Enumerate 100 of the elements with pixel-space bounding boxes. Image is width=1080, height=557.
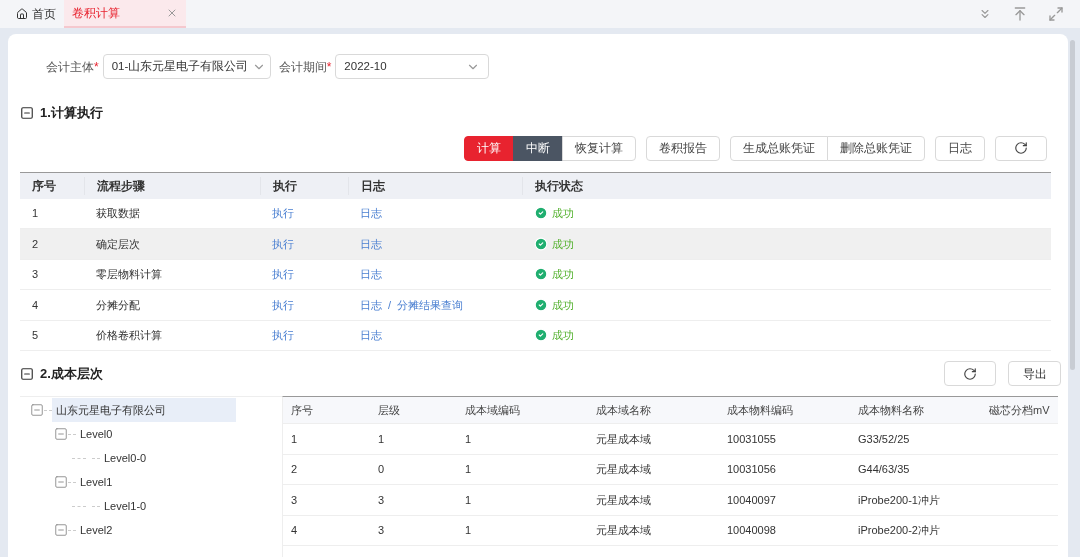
upload-icon[interactable] xyxy=(1012,6,1028,22)
toolbar-button[interactable]: 日志 xyxy=(935,135,985,161)
table-row[interactable]: 5 价格卷积计算 执行 日志 成功 xyxy=(20,320,1051,351)
fullscreen-icon[interactable] xyxy=(1048,6,1064,22)
table-cell-text: 10040098 xyxy=(726,523,777,538)
log-link[interactable]: 日志 xyxy=(360,296,382,313)
toolbar-button[interactable]: 生成总账凭证 xyxy=(730,135,828,161)
column-header: 层级 xyxy=(377,402,401,418)
table-cell-text: 10031056 xyxy=(726,462,777,477)
table-cell-text: 元星成本域 xyxy=(595,462,652,477)
scrollbar[interactable] xyxy=(1069,40,1075,370)
page-tab[interactable]: 首页 xyxy=(8,0,64,28)
close-icon[interactable] xyxy=(166,7,178,19)
run-link[interactable]: 执行 xyxy=(272,237,294,250)
log-link[interactable]: 日志 xyxy=(360,235,382,252)
column-header: 执行 xyxy=(260,176,348,195)
section-title: 1.计算执行 xyxy=(40,104,103,122)
column-header: 磁芯分档mV xyxy=(988,402,1051,418)
separator: / xyxy=(388,297,392,313)
log-link[interactable]: 分摊结果查询 xyxy=(397,296,464,313)
run-link[interactable]: 执行 xyxy=(272,268,294,280)
refresh-button[interactable] xyxy=(995,135,1047,161)
success-icon xyxy=(534,206,548,221)
table-cell-text: 零层物料计算 xyxy=(95,267,163,282)
tree-node[interactable]: Level1-0 xyxy=(100,494,151,518)
run-link[interactable]: 执行 xyxy=(272,329,294,341)
toolbar-button[interactable]: 中断 xyxy=(513,135,563,161)
table-cell-text: 1 xyxy=(464,431,473,447)
status-text: 成功 xyxy=(552,328,574,343)
success-icon xyxy=(534,328,548,343)
table-cell-text: 元星成本域 xyxy=(595,523,652,538)
table-cell-text: G33/52/25 xyxy=(857,431,911,447)
table-row[interactable]: 3 零层物料计算 执行 日志 成功 xyxy=(20,259,1051,290)
table-row[interactable]: 4 分摊分配 执行 日志 / 分摊结果查询 成功 xyxy=(20,290,1051,321)
log-link[interactable]: 日志 xyxy=(360,205,382,222)
collapse-icon[interactable] xyxy=(20,105,34,120)
table-cell-text: 价格卷积计算 xyxy=(95,328,163,343)
table-cell-text: 元星成本域 xyxy=(595,431,652,447)
run-link[interactable]: 执行 xyxy=(272,207,294,219)
status-text: 成功 xyxy=(552,297,574,313)
field-label: 会计主体* xyxy=(46,58,99,76)
select-field[interactable]: 2022-10 xyxy=(335,54,490,79)
select-field[interactable]: 01-山东元星电子有限公司 xyxy=(102,54,271,79)
table-cell-text: G44/63/35 xyxy=(857,462,911,477)
table-cell-text: 3 xyxy=(377,523,386,538)
column-header: 成本域名称 xyxy=(595,402,652,418)
page-tab[interactable]: 卷积计算 xyxy=(64,0,186,28)
column-header: 序号 xyxy=(290,402,314,418)
column-header: 执行状态 xyxy=(522,176,1051,195)
table-cell-text: 1 xyxy=(290,431,299,447)
table-cell-text: 4 xyxy=(31,297,40,313)
table-cell-text: 3 xyxy=(31,267,40,282)
table-cell-text: 3 xyxy=(290,492,299,508)
table-cell-text: 1 xyxy=(31,206,40,221)
table-cell-text: 1 xyxy=(464,523,473,538)
table-cell-text: 元星成本域 xyxy=(595,492,652,508)
success-icon xyxy=(534,267,548,282)
run-link[interactable]: 执行 xyxy=(272,298,294,311)
toolbar-button[interactable]: 删除总账凭证 xyxy=(827,135,925,161)
table-cell-text: 2 xyxy=(31,236,40,252)
table-cell-text: 0 xyxy=(377,462,386,477)
log-link[interactable]: 日志 xyxy=(360,327,382,344)
calculate-button[interactable]: 计算 xyxy=(464,135,514,161)
home-icon xyxy=(16,8,28,20)
field-label: 会计期间* xyxy=(278,58,332,76)
tree-toggle-icon[interactable] xyxy=(30,403,44,417)
collapse-icon[interactable] xyxy=(20,366,34,381)
table-cell-text: 5 xyxy=(31,328,40,343)
tree-node[interactable]: 山东元星电子有限公司 xyxy=(52,398,236,422)
table-row[interactable]: 2 确定层次 执行 日志 成功 xyxy=(20,229,1051,260)
tree-node[interactable]: Level0-0 xyxy=(100,446,151,470)
table-cell-text: 10031055 xyxy=(726,431,777,447)
tree-toggle-icon[interactable] xyxy=(54,523,68,537)
export-button[interactable]: 导出 xyxy=(1008,361,1061,386)
tree-toggle-icon[interactable] xyxy=(54,475,68,489)
column-header: 流程步骤 xyxy=(84,176,260,195)
toolbar-button[interactable]: 恢复计算 xyxy=(562,135,636,161)
refresh-icon xyxy=(963,366,977,381)
toolbar-button[interactable]: 卷积报告 xyxy=(646,135,720,161)
status-text: 成功 xyxy=(552,236,574,252)
tree-node[interactable]: Level1 xyxy=(76,470,117,494)
tree-toggle-icon[interactable] xyxy=(54,427,68,441)
column-header: 成本物料编码 xyxy=(726,402,794,418)
column-header: 序号 xyxy=(31,177,57,195)
table-cell-text: 2 xyxy=(290,462,299,477)
chevrons-down-icon[interactable] xyxy=(978,7,992,21)
refresh-button[interactable] xyxy=(944,361,996,386)
table-cell-text: iProbe200-2冲片 xyxy=(857,523,941,538)
table-cell-text: 10040097 xyxy=(726,492,777,508)
status-text: 成功 xyxy=(552,267,574,282)
section-title: 2.成本层次 xyxy=(40,364,103,383)
table-cell-text: 1 xyxy=(464,462,473,477)
tree-node[interactable]: Level0 xyxy=(76,422,117,446)
log-link[interactable]: 日志 xyxy=(360,266,382,283)
table-cell-text: 1 xyxy=(464,492,473,508)
tree-node[interactable]: Level2 xyxy=(76,518,117,542)
refresh-icon xyxy=(1014,141,1028,155)
table-cell-text: 4 xyxy=(290,523,299,538)
table-cell-text: 分摊分配 xyxy=(95,297,141,313)
success-icon xyxy=(534,236,548,251)
